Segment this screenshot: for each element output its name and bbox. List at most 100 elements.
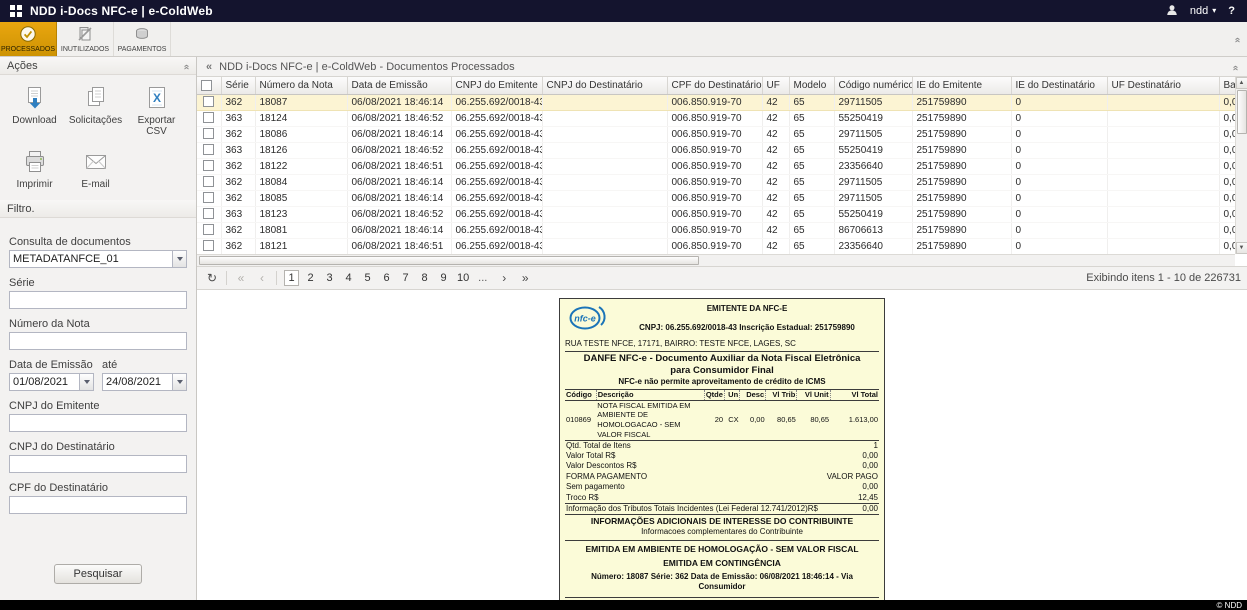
data-inicio-dropdown-icon[interactable] — [79, 373, 94, 391]
table-row[interactable]: 3621812206/08/2021 18:46:5106.255.692/00… — [197, 158, 1235, 174]
apps-grid-icon[interactable] — [10, 5, 22, 17]
numero-nota-input[interactable] — [9, 332, 187, 350]
row-select-cell — [197, 126, 221, 142]
data-fim-input[interactable] — [102, 373, 172, 391]
next-page-button[interactable]: › — [495, 269, 513, 287]
page-1[interactable]: 1 — [284, 270, 299, 286]
row-checkbox[interactable] — [203, 160, 214, 171]
cell: 0,0 — [1219, 238, 1235, 254]
column-header[interactable]: IE do Destinatário — [1011, 77, 1107, 94]
row-checkbox[interactable] — [203, 176, 214, 187]
page-4[interactable]: 4 — [341, 270, 356, 286]
row-checkbox[interactable] — [203, 224, 214, 235]
prev-page-button[interactable]: ‹ — [253, 269, 271, 287]
column-header[interactable]: UF — [762, 77, 789, 94]
table-row[interactable]: 3621808706/08/2021 18:46:1406.255.692/00… — [197, 94, 1235, 110]
table-row[interactable]: 3621812106/08/2021 18:46:5106.255.692/00… — [197, 238, 1235, 254]
column-header[interactable]: CNPJ do Emitente — [451, 77, 542, 94]
cell: 006.850.919-70 — [667, 174, 762, 190]
row-checkbox[interactable] — [203, 208, 214, 219]
cell: 0,0 — [1219, 126, 1235, 142]
table-row[interactable]: 3621808406/08/2021 18:46:1406.255.692/00… — [197, 174, 1235, 190]
table-row[interactable]: 3621808506/08/2021 18:46:1406.255.692/00… — [197, 190, 1235, 206]
cnpj-emitente-input[interactable] — [9, 414, 187, 432]
data-inicio-picker[interactable] — [9, 373, 94, 391]
column-header[interactable]: CNPJ do Destinatário — [542, 77, 667, 94]
cell: 42 — [762, 110, 789, 126]
page-2[interactable]: 2 — [303, 270, 318, 286]
column-header[interactable]: IE do Emitente — [912, 77, 1011, 94]
page-6[interactable]: 6 — [379, 270, 394, 286]
tab-processados[interactable]: PROCESSADOS — [0, 22, 57, 56]
data-fim-dropdown-icon[interactable] — [172, 373, 187, 391]
column-header[interactable]: Ba — [1219, 77, 1235, 94]
user-menu[interactable]: ndd ▾ — [1190, 5, 1216, 17]
refresh-button[interactable]: ↻ — [203, 269, 221, 287]
column-header[interactable]: Data de Emissão — [347, 77, 451, 94]
page-8[interactable]: 8 — [417, 270, 432, 286]
data-inicio-input[interactable] — [9, 373, 79, 391]
column-header[interactable]: UF Destinatário — [1107, 77, 1219, 94]
consulta-combo[interactable] — [9, 250, 187, 268]
cnpj-emitente-label: CNPJ do Emitente — [9, 400, 187, 412]
cell: 42 — [762, 158, 789, 174]
cell: 0,0 — [1219, 190, 1235, 206]
page-5[interactable]: 5 — [360, 270, 375, 286]
serie-input[interactable] — [9, 291, 187, 309]
vertical-scrollbar[interactable]: ▲ ▼ — [1235, 77, 1247, 254]
first-page-button[interactable]: « — [232, 269, 250, 287]
action-solicitacoes[interactable]: Solicitações — [65, 81, 126, 145]
column-header[interactable]: CPF do Destinatário — [667, 77, 762, 94]
horizontal-scroll-thumb[interactable] — [199, 256, 699, 265]
pesquisar-button[interactable]: Pesquisar — [54, 564, 142, 584]
table-row[interactable]: 3631812306/08/2021 18:46:5206.255.692/00… — [197, 206, 1235, 222]
consulta-dropdown-icon[interactable] — [172, 250, 187, 268]
row-checkbox[interactable] — [203, 144, 214, 155]
horizontal-scrollbar[interactable] — [197, 254, 1235, 266]
page-3[interactable]: 3 — [322, 270, 337, 286]
filtro-header: Filtro. — [0, 200, 196, 218]
consulta-input[interactable] — [9, 250, 172, 268]
tab-pagamentos[interactable]: PAGAMENTOS — [114, 22, 171, 56]
vertical-scroll-thumb[interactable] — [1237, 90, 1247, 134]
page-9[interactable]: 9 — [436, 270, 451, 286]
scroll-up-icon[interactable]: ▲ — [1236, 77, 1247, 89]
column-header[interactable]: Modelo — [789, 77, 834, 94]
cnpj-destinatario-input[interactable] — [9, 455, 187, 473]
action-label: Download — [12, 115, 56, 126]
row-checkbox[interactable] — [203, 112, 214, 123]
table-row[interactable]: 3631812406/08/2021 18:46:5206.255.692/00… — [197, 110, 1235, 126]
action-email[interactable]: E-mail — [65, 145, 126, 198]
collapse-acoes-icon[interactable]: « — [183, 60, 189, 72]
row-checkbox[interactable] — [203, 96, 214, 107]
action-download[interactable]: Download — [4, 81, 65, 145]
last-page-button[interactable]: » — [516, 269, 534, 287]
cell: 251759890 — [912, 222, 1011, 238]
collapse-toolbar-icon[interactable]: « — [1234, 33, 1240, 45]
cpf-destinatario-input[interactable] — [9, 496, 187, 514]
page-7[interactable]: 7 — [398, 270, 413, 286]
row-checkbox[interactable] — [203, 240, 214, 251]
data-fim-picker[interactable] — [102, 373, 187, 391]
page-10[interactable]: 10 — [455, 270, 471, 286]
select-all-checkbox[interactable] — [201, 80, 212, 91]
table-row[interactable]: 3631812606/08/2021 18:46:5206.255.692/00… — [197, 142, 1235, 158]
imprimir-icon — [23, 150, 47, 177]
tab-inutilizados[interactable]: INUTILIZADOS — [57, 22, 114, 56]
row-checkbox[interactable] — [203, 128, 214, 139]
table-row[interactable]: 3621808106/08/2021 18:46:1406.255.692/00… — [197, 222, 1235, 238]
column-header[interactable]: Número da Nota — [255, 77, 347, 94]
collapse-grid-icon[interactable]: « — [1232, 61, 1238, 73]
double-chevron-left-icon[interactable]: « — [206, 61, 212, 73]
action-imprimir[interactable]: Imprimir — [4, 145, 65, 198]
column-header[interactable]: Código numérico — [834, 77, 912, 94]
help-button[interactable]: ? — [1228, 5, 1237, 17]
processados-icon — [20, 26, 36, 44]
scroll-down-icon[interactable]: ▼ — [1236, 242, 1247, 254]
acoes-header[interactable]: Ações « — [0, 57, 196, 75]
cell: 006.850.919-70 — [667, 110, 762, 126]
table-row[interactable]: 3621808606/08/2021 18:46:1406.255.692/00… — [197, 126, 1235, 142]
row-checkbox[interactable] — [203, 192, 214, 203]
action-exportar-csv[interactable]: XExportar CSV — [126, 81, 187, 145]
column-header[interactable]: Série — [221, 77, 255, 94]
